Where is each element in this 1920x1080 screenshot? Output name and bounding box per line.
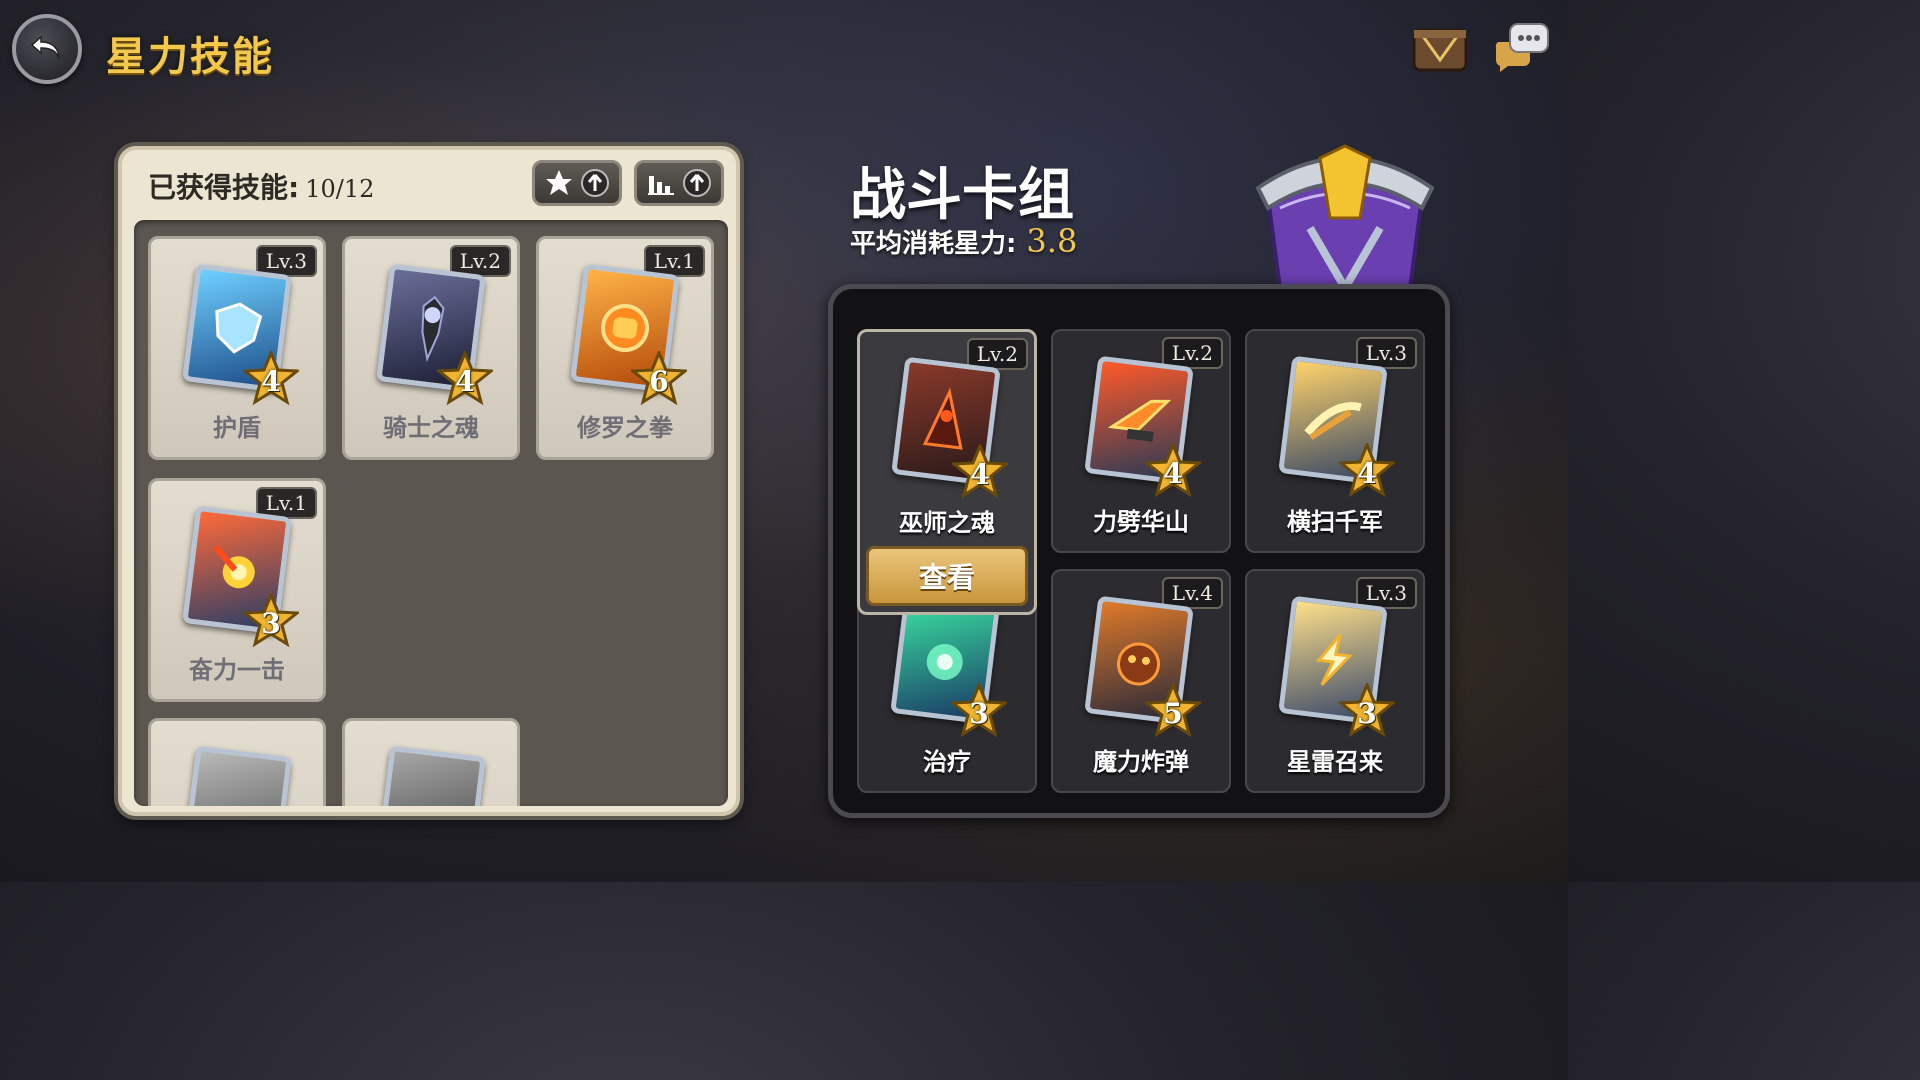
sort-by-star-button[interactable] (532, 160, 622, 206)
skill-card-shield[interactable]: Lv.3 4 护盾 (148, 236, 326, 460)
sort-arrow-up-icon (683, 169, 711, 197)
skill-grid: Lv.3 4 护盾 Lv.2 4 骑士之魂 Lv.1 6 修罗之拳 Lv.1 3… (134, 220, 728, 806)
skill-card-partial[interactable] (148, 718, 326, 806)
cost-value: 6 (649, 364, 669, 398)
back-arrow-icon (30, 35, 60, 60)
view-button[interactable]: 查看 (866, 546, 1028, 606)
battle-deck-panel: Lv.2 4 巫师之魂 查看 Lv.2 4 力劈华山 Lv.3 4 横扫千军 3… (828, 284, 1450, 818)
skill-name: 星雷召来 (1287, 748, 1383, 776)
skill-card-asura-fist[interactable]: Lv.1 6 修罗之拳 (536, 236, 714, 460)
skill-card-partial[interactable] (342, 718, 520, 806)
locked-card-icon (376, 745, 486, 806)
cost-value: 4 (261, 364, 281, 398)
cost-star-badge: 3 (240, 591, 302, 649)
cost-star-badge: 6 (628, 349, 690, 407)
cost-star-badge: 4 (949, 442, 1011, 500)
acquired-skills-panel: 已获得技能: 10/12 Lv.3 4 护盾 Lv.2 4 骑士之魂 Lv.1 … (118, 146, 740, 816)
skill-name: 巫师之魂 (899, 509, 995, 537)
cost-value: 3 (261, 606, 281, 640)
sort-arrow-up-icon (581, 169, 609, 197)
cost-star-badge: 5 (1142, 681, 1204, 739)
skill-name: 治疗 (923, 748, 971, 776)
acquired-count: 10/12 (305, 175, 375, 203)
skill-name: 骑士之魂 (383, 414, 479, 442)
skill-name: 修罗之拳 (577, 414, 673, 442)
chat-icon[interactable] (1492, 20, 1552, 76)
deck-card-magic-bomb[interactable]: Lv.4 5 魔力炸弹 (1051, 569, 1231, 793)
cost-value: 4 (455, 364, 475, 398)
sort-by-level-button[interactable] (634, 160, 724, 206)
skill-name: 力劈华山 (1093, 508, 1189, 536)
locked-card-icon (182, 745, 292, 806)
deck-chest-icon (1255, 144, 1435, 300)
deck-title: 战斗卡组 (850, 163, 1074, 228)
cost-value: 4 (970, 457, 990, 491)
acquired-count-label: 已获得技能: 10/12 (148, 166, 374, 206)
skill-card-knight-soul[interactable]: Lv.2 4 骑士之魂 (342, 236, 520, 460)
bar-chart-icon (648, 176, 674, 195)
average-cost-label: 平均消耗星力: (850, 229, 1017, 259)
skill-name: 护盾 (213, 414, 261, 442)
cost-value: 3 (969, 696, 989, 730)
skill-name: 魔力炸弹 (1093, 748, 1189, 776)
cost-star-badge: 3 (948, 681, 1010, 739)
average-cost: 平均消耗星力: 3.8 (850, 222, 1077, 260)
cost-star-badge: 3 (1336, 681, 1398, 739)
star-icon (546, 170, 572, 195)
cost-value: 3 (1357, 696, 1377, 730)
deck-card-sweep[interactable]: Lv.3 4 横扫千军 (1245, 329, 1425, 553)
average-cost-value: 3.8 (1026, 222, 1078, 260)
acquired-label: 已获得技能: (148, 171, 300, 204)
cost-star-badge: 4 (1336, 441, 1398, 499)
deck-card-wizard-soul[interactable]: Lv.2 4 巫师之魂 查看 (857, 329, 1037, 615)
deck-card-cleave[interactable]: Lv.2 4 力劈华山 (1051, 329, 1231, 553)
cost-star-badge: 4 (434, 349, 496, 407)
skill-card-power-strike[interactable]: Lv.1 3 奋力一击 (148, 478, 326, 702)
cost-value: 5 (1163, 696, 1183, 730)
cost-star-badge: 4 (1142, 441, 1204, 499)
skill-name: 奋力一击 (189, 656, 285, 684)
cost-star-badge: 4 (240, 349, 302, 407)
cost-value: 4 (1163, 456, 1183, 490)
cost-value: 4 (1357, 456, 1377, 490)
treasure-chest-icon[interactable] (1410, 20, 1470, 76)
page-title: 星力技能 (106, 34, 274, 80)
back-button[interactable] (12, 14, 82, 84)
deck-card-star-thunder[interactable]: Lv.3 3 星雷召来 (1245, 569, 1425, 793)
skill-name: 横扫千军 (1287, 508, 1383, 536)
